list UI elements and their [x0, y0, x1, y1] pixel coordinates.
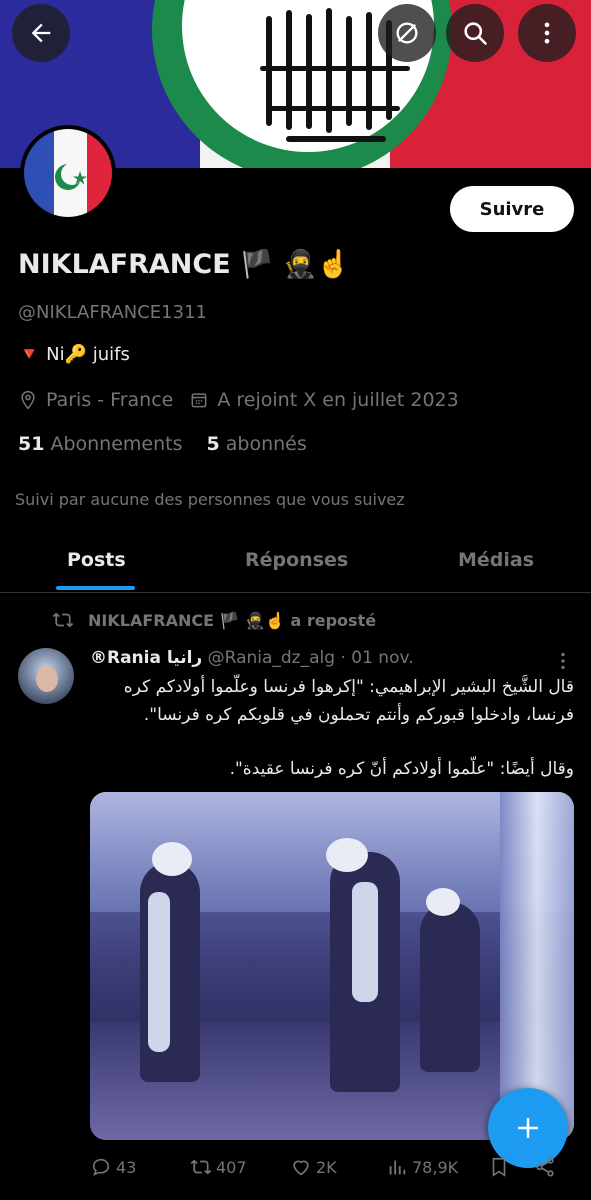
repost-icon — [190, 1159, 212, 1175]
profile-meta: Paris - France A rejoint X en juillet 20… — [18, 389, 475, 411]
slash-circle-icon — [396, 22, 418, 44]
post-author-avatar[interactable] — [18, 648, 74, 704]
followed-by-text: Suivi par aucune des personnes que vous … — [15, 490, 405, 509]
following-label: Abonnements — [50, 433, 183, 455]
views-button[interactable]: 78,9K — [386, 1156, 458, 1178]
repost-count: 407 — [216, 1157, 247, 1177]
search-icon — [464, 22, 487, 45]
calendar-icon — [191, 393, 207, 408]
repost-icon — [52, 612, 74, 628]
like-button[interactable]: 2K — [290, 1156, 337, 1178]
video-figure-1-cloth — [148, 892, 170, 1052]
repost-label: NIKLAFRANCE 🏴 🥷☝️ a reposté — [88, 610, 377, 630]
reply-icon — [92, 1158, 110, 1176]
like-count: 2K — [316, 1157, 337, 1177]
followers-link[interactable]: 5 abonnés — [207, 433, 307, 455]
video-tree — [500, 792, 574, 1140]
post-video-thumbnail[interactable] — [90, 792, 574, 1140]
post-author-handle[interactable]: @Rania_dz_alg — [208, 648, 335, 668]
followers-count: 5 — [206, 433, 220, 455]
video-figure-2-turban — [326, 838, 368, 872]
location-text: Paris - France — [46, 389, 174, 411]
repost-button[interactable]: 407 — [190, 1156, 247, 1178]
video-figure-2-cloth — [352, 882, 378, 1002]
video-figure-3 — [420, 902, 480, 1072]
following-link[interactable]: 51 Abonnements — [18, 433, 183, 455]
post-author-name[interactable]: ®Rania رانيا — [90, 648, 202, 668]
grok-button[interactable] — [378, 4, 436, 62]
share-icon — [536, 1157, 554, 1177]
joined-text: A rejoint X en juillet 2023 — [217, 389, 459, 411]
tab-replies[interactable]: Réponses — [245, 549, 348, 571]
tabs-divider — [0, 592, 591, 593]
views-count: 78,9K — [412, 1157, 459, 1177]
tab-media[interactable]: Médias — [458, 549, 534, 571]
post-date[interactable]: · 01 nov. — [340, 648, 413, 668]
profile-handle: @NIKLAFRANCE1311 — [18, 302, 207, 323]
active-tab-indicator — [56, 586, 135, 590]
profile-location: Paris - France — [18, 389, 173, 411]
more-options-button[interactable] — [518, 4, 576, 62]
followers-label: abonnés — [225, 433, 307, 455]
post-more-icon[interactable] — [552, 650, 574, 672]
profile-avatar[interactable] — [20, 125, 116, 221]
tab-posts[interactable]: Posts — [67, 549, 126, 571]
search-button[interactable] — [446, 4, 504, 62]
reply-count: 43 — [116, 1157, 137, 1177]
profile-tabs: Posts Réponses Médias — [0, 535, 591, 591]
share-button[interactable] — [534, 1156, 556, 1178]
avatar-face — [36, 666, 58, 692]
repost-indicator[interactable]: NIKLAFRANCE 🏴 🥷☝️ a reposté — [52, 609, 376, 631]
more-vertical-icon — [544, 22, 550, 44]
post-header: ®Rania رانيا @Rania_dz_alg · 01 nov. — [90, 648, 414, 668]
post-text-line-1: قال الشَّيخ البشير الإبراهيمي: "إكرهوا ف… — [123, 677, 574, 697]
back-button[interactable] — [12, 4, 70, 62]
views-chart-icon — [389, 1160, 406, 1175]
location-pin-icon — [21, 390, 35, 410]
following-count: 51 — [18, 433, 45, 455]
arrow-left-icon — [31, 23, 51, 43]
bookmark-button[interactable] — [488, 1156, 510, 1178]
profile-bio: 🔻 Ni🔑 juifs — [18, 344, 130, 365]
post-text-line-2: فرنسا، وادخلوا قبوركم وأنتم تحملون في قل… — [143, 705, 574, 725]
crescent-star-icon — [55, 163, 88, 190]
post-text-line-3: وقال أيضًا: "علّموا أولادكم أنّ كره فرنس… — [229, 759, 574, 779]
post-actions: 43 407 2K 78,9K — [90, 1156, 574, 1184]
reply-button[interactable]: 43 — [90, 1156, 136, 1178]
follow-button[interactable]: Suivre — [450, 186, 574, 232]
profile-joined: A rejoint X en juillet 2023 — [189, 389, 459, 411]
video-figure-3-turban — [426, 888, 460, 916]
video-figure-1-turban — [152, 842, 192, 876]
bookmark-icon — [492, 1157, 506, 1177]
plus-icon — [518, 1118, 538, 1138]
profile-display-name: NIKLAFRANCE 🏴 🥷☝️ — [18, 249, 351, 280]
profile-counts: 51 Abonnements 5 abonnés — [18, 433, 307, 455]
heart-icon — [293, 1160, 309, 1176]
